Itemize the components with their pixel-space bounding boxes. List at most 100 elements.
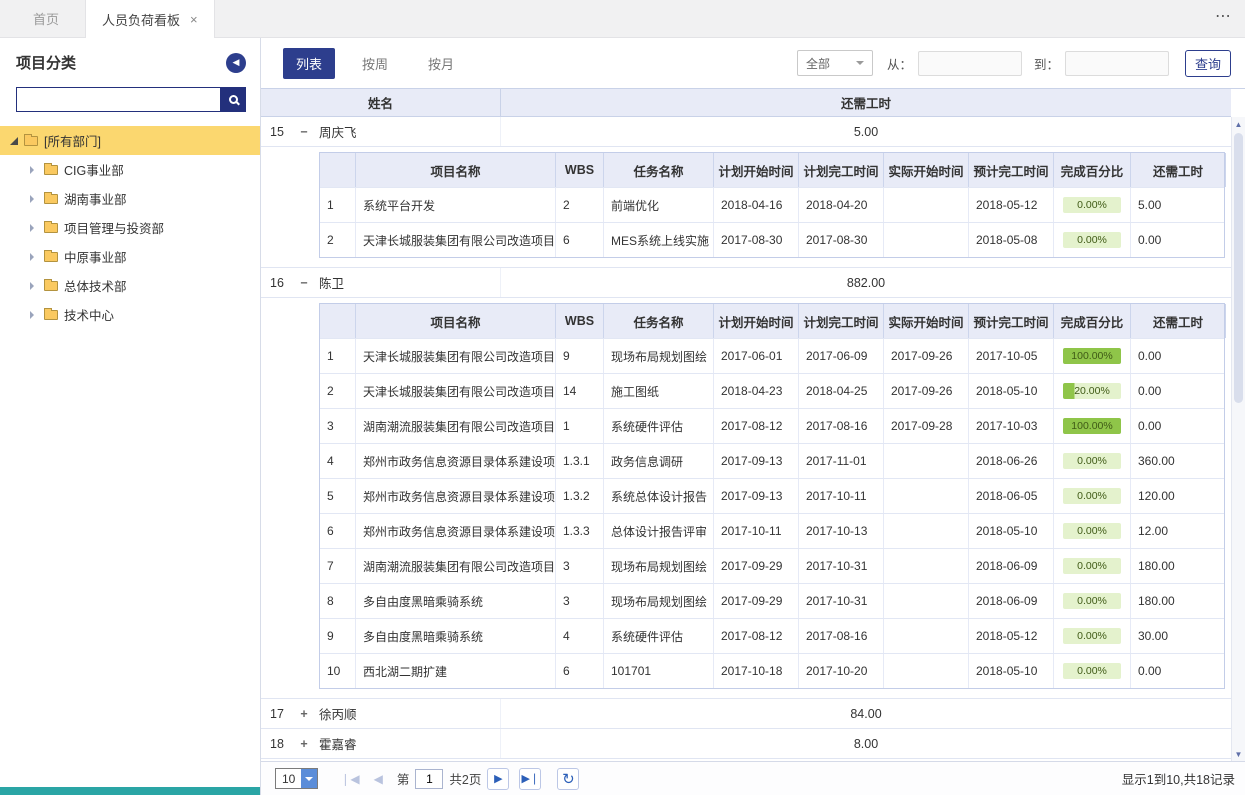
task-row[interactable]: 2天津长城服装集团有限公司改造项目6MES系统上线实施2017-08-30201… [320, 222, 1224, 257]
task-col-header: 完成百分比 [1054, 304, 1131, 338]
progress-badge: 20.00% [1063, 383, 1121, 399]
expand-icon[interactable]: + [297, 737, 311, 751]
more-menu-icon[interactable]: ⋯ [1215, 6, 1233, 26]
task-cell-no: 9 [320, 619, 356, 653]
person-name: 陈卫 [319, 273, 344, 292]
task-row[interactable]: 5郑州市政务信息资源目录体系建设项目1.3.2系统总体设计报告2017-09-1… [320, 478, 1224, 513]
collapse-icon[interactable]: − [297, 276, 311, 290]
tree-collapsed-icon[interactable] [30, 166, 38, 174]
sidebar-project-categories: 项目分类 ◀ [所有部门] CIG事业部 湖南事业部 [0, 38, 261, 795]
tree-node-pm-investment[interactable]: 项目管理与投资部 [0, 213, 260, 242]
tree-node-general-tech[interactable]: 总体技术部 [0, 271, 260, 300]
view-by-week-button[interactable]: 按周 [349, 48, 401, 79]
task-row[interactable]: 4郑州市政务信息资源目录体系建设项目1.3.1政务信息调研2017-09-132… [320, 443, 1224, 478]
task-cell-est_end: 2017-10-03 [969, 409, 1054, 443]
task-col-header: 实际开始时间 [884, 304, 969, 338]
progress-badge: 0.00% [1063, 232, 1121, 248]
task-row[interactable]: 8多自由度黑暗乘骑系统3现场布局规划图绘2017-09-292017-10-31… [320, 583, 1224, 618]
tree-collapsed-icon[interactable] [30, 311, 38, 319]
person-name: 徐丙顺 [319, 704, 357, 723]
vertical-scrollbar[interactable]: ▲ ▼ [1231, 117, 1245, 761]
task-cell-project: 郑州市政务信息资源目录体系建设项目 [356, 444, 556, 478]
tree-collapsed-icon[interactable] [30, 195, 38, 203]
task-cell-task: 101701 [604, 654, 714, 688]
task-cell-project: 多自由度黑暗乘骑系统 [356, 584, 556, 618]
progress-badge: 100.00% [1063, 348, 1121, 364]
task-row[interactable]: 1天津长城服装集团有限公司改造项目9现场布局规划图绘2017-06-012017… [320, 338, 1224, 373]
category-search-input[interactable] [16, 87, 220, 112]
person-remaining-hours: 8.00 [501, 729, 1231, 758]
person-row[interactable]: 16−陈卫882.00 [261, 268, 1231, 298]
task-cell-project: 湖南潮流服装集团有限公司改造项目 [356, 549, 556, 583]
view-by-month-button[interactable]: 按月 [415, 48, 467, 79]
collapse-icon[interactable]: − [297, 125, 311, 139]
page-number-input[interactable] [415, 769, 443, 789]
task-cell-est_end: 2018-05-08 [969, 223, 1054, 257]
task-row[interactable]: 1系统平台开发2前端优化2018-04-162018-04-202018-05-… [320, 187, 1224, 222]
task-row[interactable]: 10西北湖二期扩建61017012017-10-182017-10-202018… [320, 653, 1224, 688]
tree-node-hunan[interactable]: 湖南事业部 [0, 184, 260, 213]
task-cell-actual_start [884, 619, 969, 653]
task-row[interactable]: 6郑州市政务信息资源目录体系建设项目1.3.3总体设计报告评审2017-10-1… [320, 513, 1224, 548]
person-row[interactable]: 18+霍嘉睿8.00 [261, 729, 1231, 759]
tree-collapsed-icon[interactable] [30, 282, 38, 290]
task-cell-task: 系统总体设计报告 [604, 479, 714, 513]
task-cell-no: 4 [320, 444, 356, 478]
next-page-button[interactable]: ▶ [487, 768, 509, 790]
filter-dropdown[interactable]: 全部 [797, 50, 873, 76]
tab-home[interactable]: 首页 [0, 0, 85, 37]
task-cell-pct: 0.00% [1054, 188, 1131, 222]
query-button[interactable]: 查询 [1185, 50, 1231, 77]
person-name: 霍嘉睿 [319, 734, 357, 753]
person-row[interactable]: 15−周庆飞5.00 [261, 117, 1231, 147]
task-col-header: 任务名称 [604, 304, 714, 338]
first-page-button[interactable]: ❘◀ [340, 772, 359, 786]
search-button[interactable] [220, 87, 246, 112]
task-col-header: 项目名称 [356, 304, 556, 338]
chevron-down-icon [301, 769, 317, 788]
tree-expanded-icon[interactable] [10, 137, 18, 145]
tree-node-tech-center[interactable]: 技术中心 [0, 300, 260, 329]
tree-collapsed-icon[interactable] [30, 224, 38, 232]
tree-node-zhongyuan[interactable]: 中原事业部 [0, 242, 260, 271]
progress-badge: 0.00% [1063, 523, 1121, 539]
tab-close-icon[interactable]: × [190, 12, 198, 27]
tree-node-cig[interactable]: CIG事业部 [0, 155, 260, 184]
task-cell-plan_end: 2017-10-31 [799, 584, 884, 618]
sidebar-collapse-button[interactable]: ◀ [226, 53, 246, 73]
tab-personnel-load-dashboard[interactable]: 人员负荷看板 × [85, 0, 215, 38]
task-row[interactable]: 2天津长城服装集团有限公司改造项目14施工图纸2018-04-232018-04… [320, 373, 1224, 408]
task-cell-remaining: 5.00 [1131, 188, 1226, 222]
previous-page-button[interactable]: ◀ [374, 772, 383, 786]
task-row[interactable]: 3湖南潮流服装集团有限公司改造项目1系统硬件评估2017-08-122017-0… [320, 408, 1224, 443]
task-cell-est_end: 2018-05-12 [969, 619, 1054, 653]
progress-badge: 0.00% [1063, 593, 1121, 609]
view-list-button[interactable]: 列表 [283, 48, 335, 79]
tree-collapsed-icon[interactable] [30, 253, 38, 261]
scroll-down-icon[interactable]: ▼ [1232, 747, 1245, 761]
expand-icon[interactable]: + [297, 707, 311, 721]
page-size-select[interactable]: 10 [275, 768, 318, 789]
progress-badge: 0.00% [1063, 558, 1121, 574]
person-row[interactable]: 17 + 徐丙顺 84.00 [261, 699, 1231, 729]
person-remaining-hours: 84.00 [501, 699, 1231, 728]
scrollbar-thumb[interactable] [1234, 133, 1243, 403]
task-cell-actual_start [884, 444, 969, 478]
task-cell-actual_start: 2017-09-26 [884, 339, 969, 373]
last-page-button[interactable]: ▶❘ [519, 768, 541, 790]
tree-node-all-departments[interactable]: [所有部门] [0, 126, 260, 155]
to-date-input[interactable] [1066, 52, 1169, 75]
task-cell-actual_start: 2017-09-28 [884, 409, 969, 443]
task-cell-plan_start: 2017-10-11 [714, 514, 799, 548]
person-remaining-hours: 5.00 [501, 117, 1231, 146]
task-cell-actual_start [884, 584, 969, 618]
refresh-button[interactable]: ↻ [557, 768, 579, 790]
row-index: 17 [261, 707, 291, 721]
from-date-input[interactable] [919, 52, 1022, 75]
folder-icon [24, 136, 38, 146]
task-cell-wbs: 1.3.3 [556, 514, 604, 548]
person-name: 周庆飞 [319, 122, 357, 141]
task-row[interactable]: 9多自由度黑暗乘骑系统4系统硬件评估2017-08-122017-08-1620… [320, 618, 1224, 653]
task-row[interactable]: 7湖南潮流服装集团有限公司改造项目3现场布局规划图绘2017-09-292017… [320, 548, 1224, 583]
scroll-up-icon[interactable]: ▲ [1232, 117, 1245, 131]
